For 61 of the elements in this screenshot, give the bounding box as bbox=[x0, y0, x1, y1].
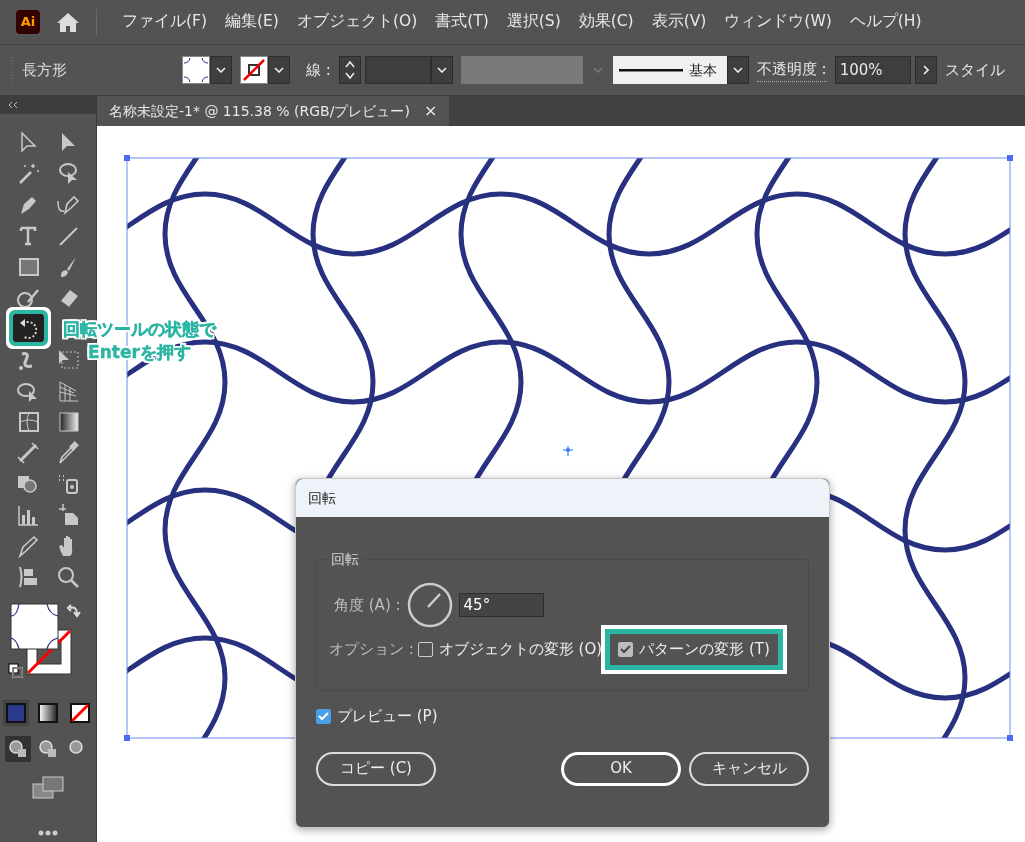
opacity-arrow-button[interactable] bbox=[914, 56, 937, 84]
options-label: オプション : bbox=[329, 639, 414, 660]
app-logo: Ai bbox=[16, 10, 40, 34]
checkbox[interactable] bbox=[316, 708, 331, 724]
tool-name: 長方形 bbox=[22, 59, 68, 81]
dialog-button[interactable]: コピー (C) bbox=[316, 751, 436, 786]
opacity-field[interactable]: 100% bbox=[834, 56, 911, 84]
caret-icon bbox=[732, 67, 743, 73]
screen-mode-icon[interactable] bbox=[32, 776, 64, 800]
more-dots-icon[interactable] bbox=[38, 830, 58, 836]
checkbox[interactable] bbox=[417, 641, 433, 657]
collapse-icon[interactable] bbox=[8, 102, 18, 108]
dialog-title: 回転 bbox=[308, 488, 336, 508]
caret-icon bbox=[274, 67, 284, 73]
stroke-style-name: 基本 bbox=[688, 60, 717, 80]
checkbox-label[interactable]: プレビュー (P) bbox=[337, 705, 438, 728]
caret-icon bbox=[592, 67, 603, 73]
caret-icon bbox=[436, 67, 447, 73]
menu-item[interactable]: オブジェクト(O) bbox=[287, 10, 427, 34]
chevron-right-icon bbox=[922, 65, 929, 75]
stroke-weight-field[interactable] bbox=[364, 56, 431, 84]
menu-item[interactable]: 選択(S) bbox=[497, 10, 570, 34]
menu-item[interactable]: ファイル(F) bbox=[113, 10, 216, 34]
fill-swatch[interactable] bbox=[182, 56, 210, 84]
stroke-line-icon bbox=[618, 68, 683, 72]
angle-field[interactable]: 45° bbox=[458, 593, 544, 617]
stroke-swatch[interactable] bbox=[240, 56, 268, 84]
opacity-label[interactable]: 不透明度 : bbox=[756, 58, 827, 82]
stroke-label: 線 : bbox=[306, 59, 331, 81]
checkbox[interactable] bbox=[618, 641, 634, 657]
dialog-button[interactable]: キャンセル bbox=[689, 751, 809, 786]
home-icon[interactable] bbox=[56, 11, 80, 33]
stroke-weight-stepper[interactable] bbox=[338, 56, 361, 84]
dropdown-button[interactable] bbox=[726, 56, 749, 84]
checkbox-option[interactable]: オブジェクトの変形 (O) bbox=[417, 634, 603, 665]
brush-style-field[interactable]: 基本 bbox=[612, 56, 727, 84]
document-tab[interactable]: 名称未設定-1* @ 115.38 % (RGB/プレビュー) bbox=[109, 100, 410, 122]
close-button[interactable]: × bbox=[423, 99, 438, 123]
menu-item[interactable]: 効果(C) bbox=[569, 10, 643, 34]
gradient-mode-icon[interactable] bbox=[35, 700, 61, 726]
color-mode-icon[interactable] bbox=[3, 700, 29, 726]
stepper-arrows-icon bbox=[344, 60, 355, 80]
menu-item[interactable]: ウィンドウ(W) bbox=[715, 10, 841, 34]
menu-item[interactable]: 編集(E) bbox=[216, 10, 288, 34]
pattern-swatch-icon bbox=[183, 57, 209, 83]
checkbox-label[interactable]: パターンの変形 (T) bbox=[639, 638, 770, 661]
dropdown-button[interactable] bbox=[268, 56, 290, 84]
none-mode-icon[interactable] bbox=[67, 700, 93, 726]
checkbox-label[interactable]: オブジェクトの変形 (O) bbox=[438, 638, 603, 661]
menu-item[interactable]: ヘルプ(H) bbox=[840, 10, 931, 34]
no-stroke-icon bbox=[241, 57, 267, 83]
dropdown-button[interactable] bbox=[210, 56, 232, 84]
dropdown-button[interactable] bbox=[430, 56, 453, 84]
menu-item[interactable]: 書式(T) bbox=[426, 10, 498, 34]
dialog-button[interactable]: OK bbox=[561, 751, 681, 786]
menu-item[interactable]: 表示(V) bbox=[642, 10, 716, 34]
angle-dial-icon[interactable] bbox=[406, 582, 453, 628]
style-label[interactable]: スタイル bbox=[944, 58, 1005, 82]
angle-label: 角度 (A) : bbox=[334, 594, 401, 616]
caret-icon bbox=[216, 67, 226, 73]
rotation-origin-icon[interactable] bbox=[562, 445, 574, 457]
